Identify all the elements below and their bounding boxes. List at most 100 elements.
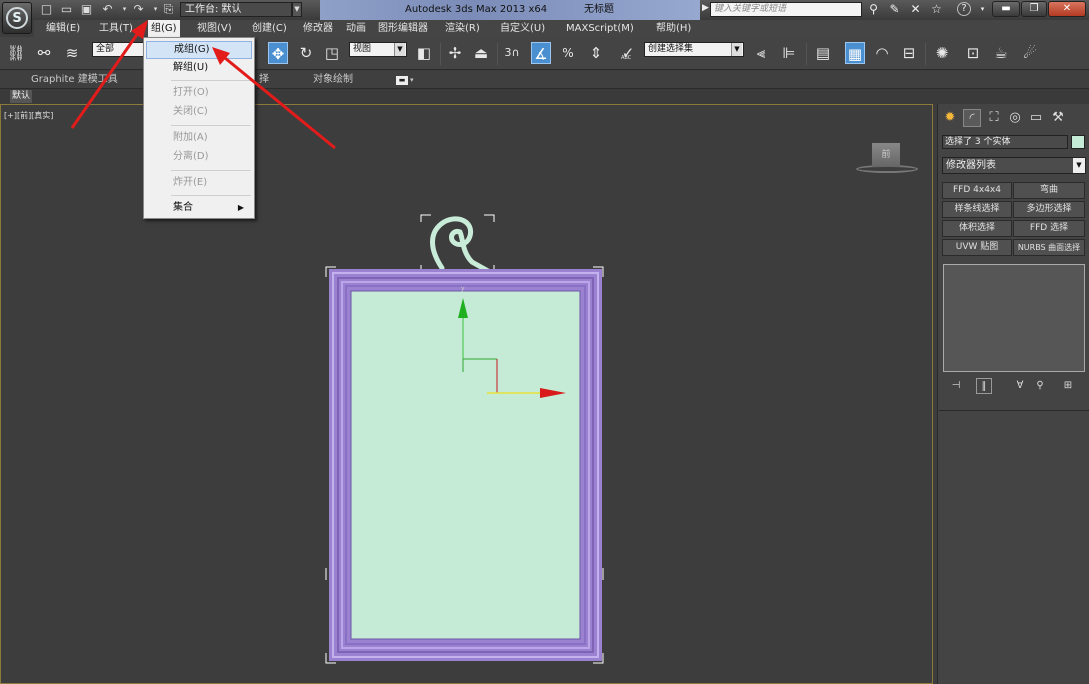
modifier-uvw-map-button[interactable]: UVW 贴图: [942, 239, 1012, 256]
favorites-star-icon[interactable]: ☆: [929, 2, 944, 17]
subscription-icon[interactable]: ✎: [887, 2, 902, 17]
tab-selection[interactable]: 择: [259, 73, 269, 87]
communication-icon[interactable]: ✕: [908, 2, 923, 17]
ribbon-options-icon[interactable]: ▬: [396, 76, 408, 85]
modifier-volume-select-button[interactable]: 体积选择: [942, 220, 1012, 237]
reference-coord-dropdown[interactable]: 视图 ▼: [349, 42, 407, 57]
select-manipulate-icon[interactable]: ✢: [445, 42, 465, 64]
select-move-icon[interactable]: ✥: [268, 42, 288, 64]
remove-modifier-icon[interactable]: ⚲: [1032, 378, 1048, 394]
menu-graph-editors[interactable]: 图形编辑器: [375, 20, 431, 37]
undo-icon[interactable]: ↶: [101, 3, 114, 16]
menu-item-assembly[interactable]: 集合 ▶: [146, 199, 252, 217]
menu-group[interactable]: 组(G): [148, 20, 180, 37]
render-production-icon[interactable]: ☄: [1020, 42, 1040, 64]
modify-tab-icon[interactable]: ◜: [963, 109, 981, 127]
show-end-result-icon[interactable]: ∥: [976, 378, 992, 394]
hierarchy-tab-icon[interactable]: ⛶: [985, 109, 1003, 127]
pin-stack-icon[interactable]: ⊣: [948, 378, 964, 394]
menu-maxscript[interactable]: MAXScript(M): [563, 20, 637, 37]
mirror-icon[interactable]: ⫷: [751, 42, 771, 64]
binoculars-icon[interactable]: ⚲: [866, 2, 881, 17]
spinner-snap-icon[interactable]: ⇕: [586, 42, 606, 64]
viewcube[interactable]: 前: [872, 143, 900, 167]
bind-space-warp-icon[interactable]: ≋: [62, 42, 82, 64]
curve-editor-icon[interactable]: ◠: [872, 42, 892, 64]
menu-item-group[interactable]: 成组(G): [146, 41, 252, 59]
app-logo-icon[interactable]: S: [2, 2, 32, 34]
modifier-poly-select-button[interactable]: 多边形选择: [1013, 201, 1085, 218]
selection-filter-dropdown[interactable]: 全部: [92, 42, 144, 57]
menu-modifiers[interactable]: 修改器: [300, 20, 336, 37]
modifier-spline-select-button[interactable]: 样条线选择: [942, 201, 1012, 218]
minimize-button[interactable]: ▬: [992, 1, 1020, 17]
workspace-dropdown-icon[interactable]: ▼: [292, 2, 302, 17]
maximize-button[interactable]: ❐: [1021, 1, 1047, 17]
modifier-list-dropdown[interactable]: 修改器列表 ▼: [942, 157, 1086, 174]
menu-rendering[interactable]: 渲染(R): [442, 20, 483, 37]
menu-tools[interactable]: 工具(T): [96, 20, 136, 37]
graphite-ribbon-icon[interactable]: ▦: [845, 42, 865, 64]
select-link-icon[interactable]: ⛓: [6, 42, 26, 64]
layer-manager-icon[interactable]: ▤: [813, 42, 833, 64]
configure-modifier-sets-icon[interactable]: ⊞: [1060, 378, 1076, 394]
select-rotate-icon[interactable]: ↻: [296, 42, 316, 64]
new-file-icon[interactable]: □: [40, 3, 53, 16]
make-unique-icon[interactable]: ∀: [1012, 378, 1028, 394]
command-panel: ✹ ◜ ⛶ ◎ ▭ ⚒ 选择了 3 个实体 修改器列表 ▼ FFD 4x4x4 …: [937, 104, 1089, 684]
menu-animation[interactable]: 动画: [343, 20, 369, 37]
tab-graphite-modeling[interactable]: Graphite 建模工具: [31, 73, 118, 87]
menu-create[interactable]: 创建(C): [249, 20, 290, 37]
material-editor-icon[interactable]: ✺: [932, 42, 952, 64]
project-folder-icon[interactable]: ⎘: [162, 3, 175, 16]
viewport-label[interactable]: [+][前][真实]: [4, 110, 53, 121]
menu-view[interactable]: 视图(V): [194, 20, 235, 37]
menu-item-ungroup[interactable]: 解组(U): [146, 59, 252, 77]
redo-icon[interactable]: ↷: [132, 3, 145, 16]
close-button[interactable]: ✕: [1048, 1, 1086, 17]
keyboard-shortcut-icon[interactable]: ⏏: [471, 42, 491, 64]
menu-divider: [171, 195, 251, 196]
workspace-selector[interactable]: 工作台: 默认: [180, 2, 292, 17]
rendered-frame-icon[interactable]: ☕: [991, 42, 1011, 64]
angle-snap-icon[interactable]: ∡: [531, 42, 551, 64]
help-dropdown-icon[interactable]: ▾: [975, 2, 990, 17]
modifier-stack-view[interactable]: [943, 264, 1085, 372]
search-input[interactable]: 键入关键字或短语: [710, 2, 862, 17]
help-icon[interactable]: ?: [957, 2, 971, 16]
utilities-tab-icon[interactable]: ⚒: [1049, 109, 1067, 127]
object-color-swatch[interactable]: [1071, 135, 1085, 149]
motion-tab-icon[interactable]: ◎: [1006, 109, 1024, 127]
front-viewport[interactable]: [0, 104, 933, 684]
named-selection-dropdown[interactable]: 创建选择集 ▼: [644, 42, 744, 57]
unlink-icon[interactable]: ⚯: [34, 42, 54, 64]
undo-dropdown-icon[interactable]: ▾: [118, 3, 131, 16]
menu-help[interactable]: 帮助(H): [653, 20, 694, 37]
pivot-center-icon[interactable]: ◧: [414, 42, 434, 64]
menu-edit[interactable]: 编辑(E): [43, 20, 83, 37]
edit-named-selection-icon[interactable]: ✓ ABC: [618, 42, 638, 64]
percent-snap-icon[interactable]: %: [558, 42, 578, 64]
create-tab-icon[interactable]: ✹: [941, 109, 959, 127]
select-scale-icon[interactable]: ◳: [322, 42, 342, 64]
named-selection-caption: ABC: [621, 55, 632, 61]
tab-object-paint[interactable]: 对象绘制: [313, 73, 353, 87]
ribbon-default-label[interactable]: 默认: [10, 90, 33, 103]
modifier-nurbs-select-button[interactable]: NURBS 曲面选择: [1013, 239, 1085, 256]
display-tab-icon[interactable]: ▭: [1027, 109, 1045, 127]
align-icon[interactable]: ⊫: [779, 42, 799, 64]
schematic-view-icon[interactable]: ⊟: [899, 42, 919, 64]
modifier-ffd-select-button[interactable]: FFD 选择: [1013, 220, 1085, 237]
redo-dropdown-icon[interactable]: ▾: [149, 3, 162, 16]
modifier-bend-button[interactable]: 弯曲: [1013, 182, 1085, 199]
selection-name-field[interactable]: 选择了 3 个实体: [942, 135, 1068, 149]
search-expand-icon[interactable]: ▶: [702, 3, 709, 13]
snaps-toggle-icon[interactable]: 3∩: [502, 42, 522, 64]
menu-customize[interactable]: 自定义(U): [497, 20, 548, 37]
modifier-ffd-444-button[interactable]: FFD 4x4x4: [942, 182, 1012, 199]
ribbon-dropdown-icon[interactable]: ▾: [410, 73, 414, 87]
render-setup-icon[interactable]: ⊡: [963, 42, 983, 64]
save-icon[interactable]: ▣: [80, 3, 93, 16]
menu-item-attach: 附加(A): [173, 132, 208, 143]
open-file-icon[interactable]: ▭: [60, 3, 73, 16]
